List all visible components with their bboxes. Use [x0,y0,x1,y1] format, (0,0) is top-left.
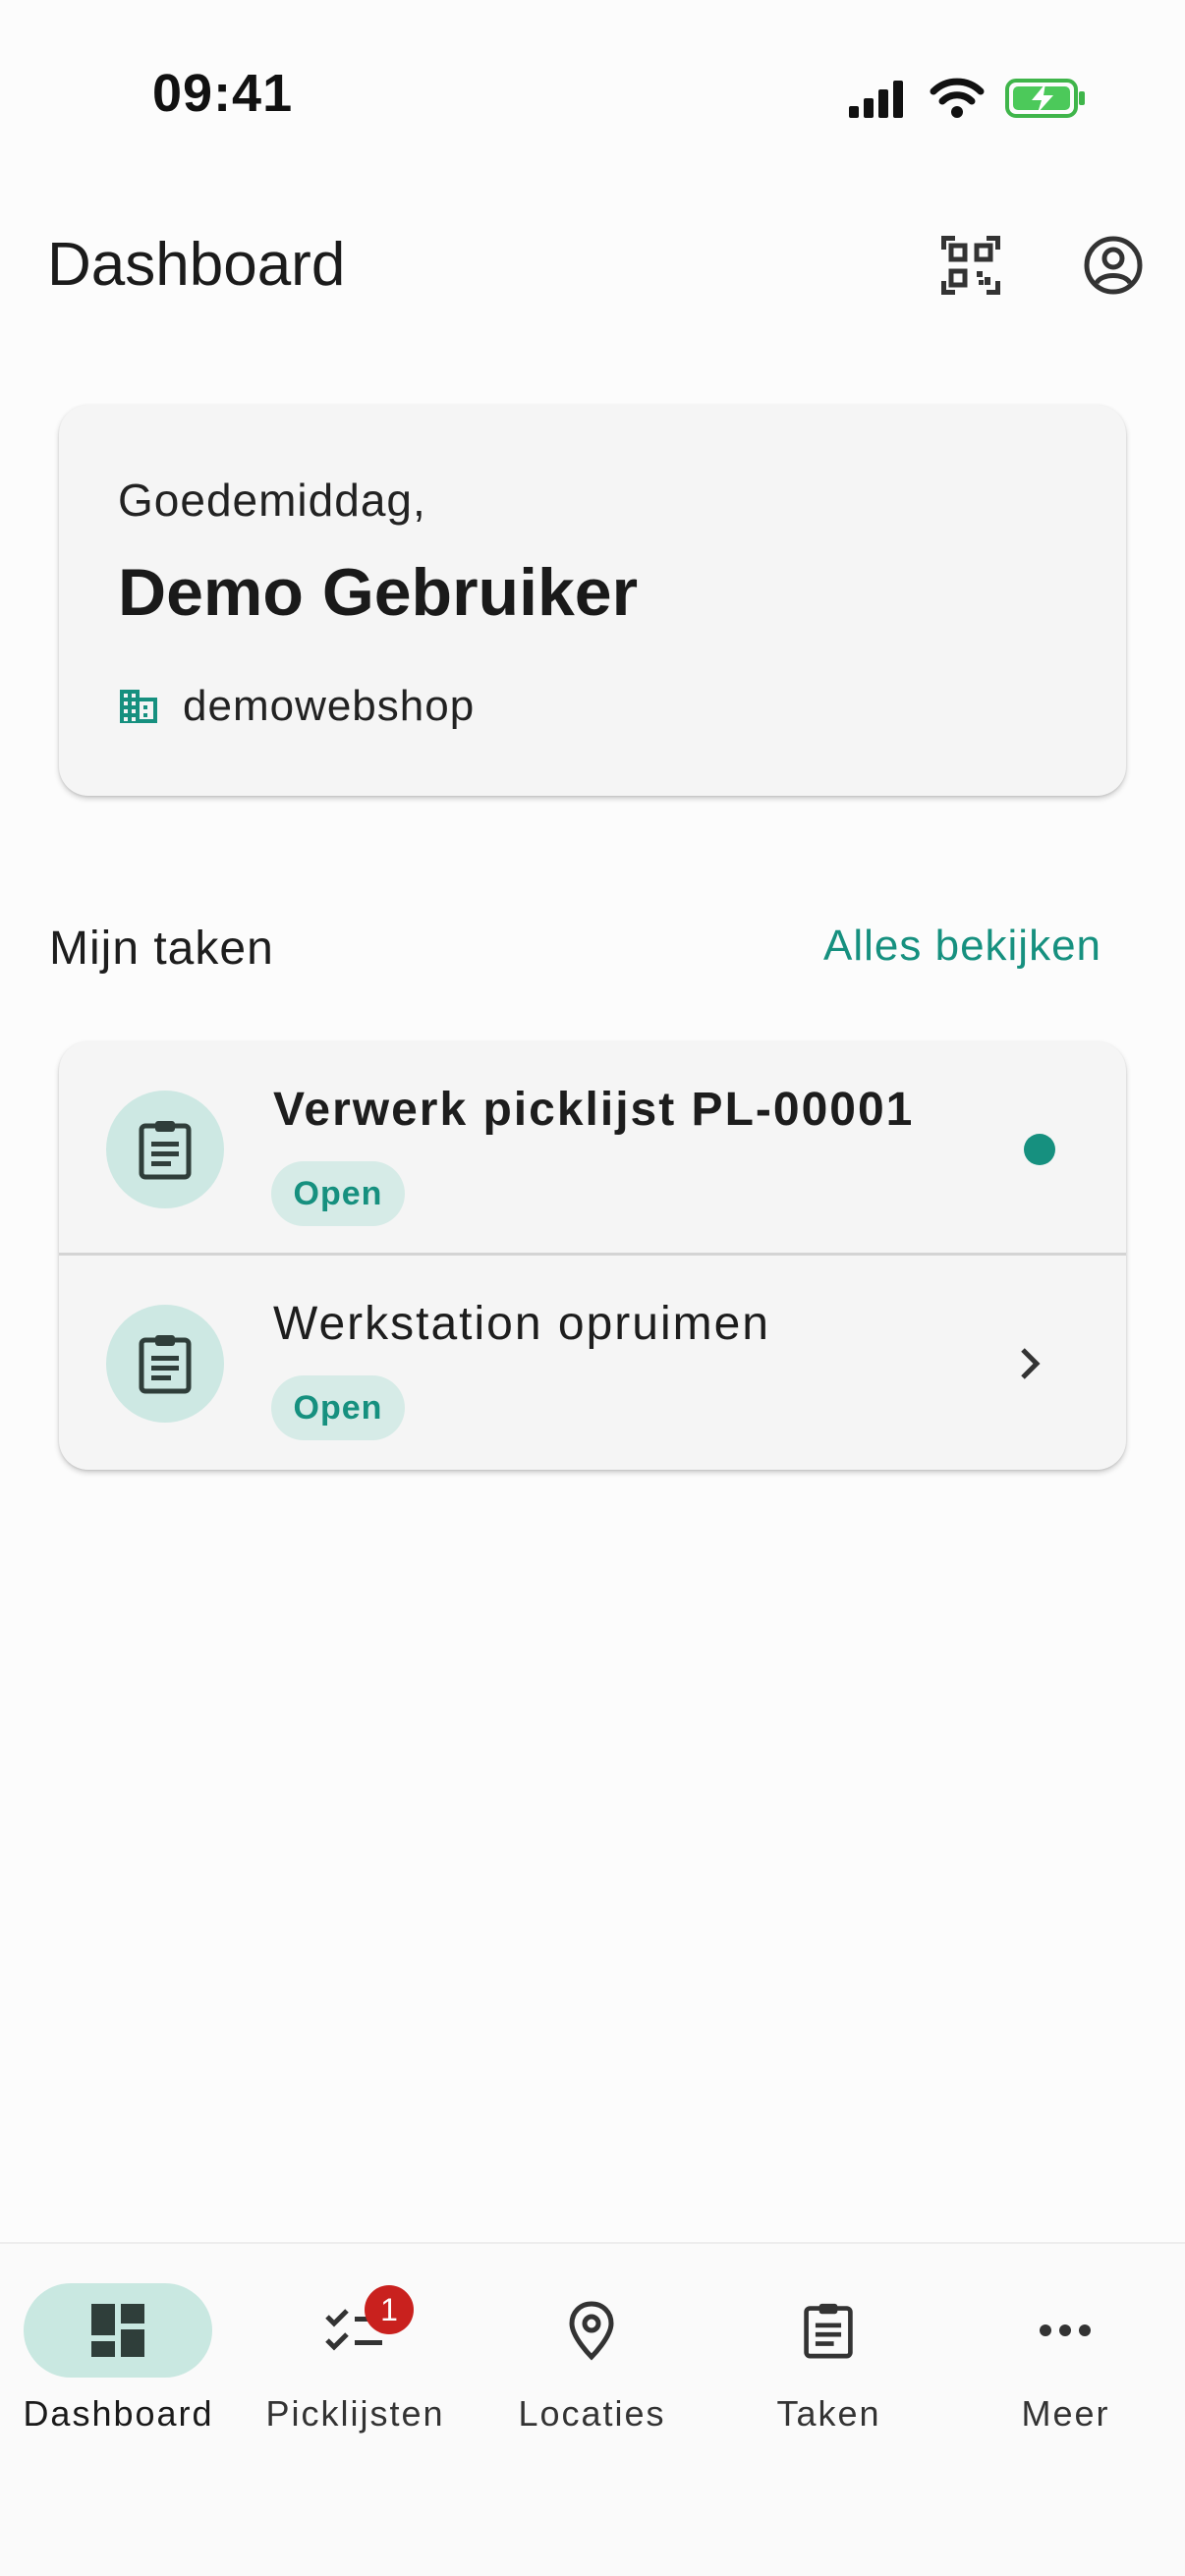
view-all-tasks-link[interactable]: Alles bekijken [823,922,1101,971]
nav-icon-container [734,2283,923,2378]
task-icon-container [106,1091,224,1208]
qr-code-scanner-icon [941,236,1000,295]
unread-indicator-dot [1024,1134,1055,1165]
cellular-signal-icon [849,81,903,118]
task-item[interactable]: Verwerk picklijst PL-00001 Open [59,1041,1126,1256]
dashboard-icon [91,2304,144,2357]
tasks-list: Verwerk picklijst PL-00001 Open Werkstat… [59,1041,1126,1470]
nav-icon-container [497,2283,686,2378]
clipboard-icon [139,1121,192,1180]
chevron-right-icon [1000,1334,1059,1393]
nav-item-meer[interactable]: Meer [947,2283,1184,2460]
nav-label: Taken [776,2393,881,2434]
app-screen: 09:41 Dashboard Goedemiddag, Demo Gebrui… [0,0,1185,2576]
nav-icon-container [971,2283,1159,2378]
app-header: Dashboard [0,216,1185,314]
nav-item-locaties[interactable]: Locaties [474,2283,710,2460]
task-status-chip: Open [271,1375,405,1440]
user-name: Demo Gebruiker [118,555,639,630]
nav-label: Dashboard [23,2393,214,2434]
clipboard-icon [139,1335,192,1394]
status-icons [847,73,1087,124]
nav-label: Locaties [518,2393,666,2434]
nav-item-dashboard[interactable]: Dashboard [0,2283,237,2460]
nav-item-taken[interactable]: Taken [710,2283,947,2460]
wifi-icon [930,78,985,118]
notification-badge: 1 [365,2285,414,2334]
nav-icon-container [260,2283,449,2378]
task-item[interactable]: Werkstation opruimen Open [59,1256,1126,1470]
company-row: demowebshop [118,682,475,731]
tasks-section-title: Mijn taken [49,923,274,975]
task-title: Verwerk picklijst PL-00001 [273,1084,915,1136]
status-bar: 09:41 [0,0,1185,187]
account-button[interactable] [1074,226,1153,305]
nav-label: Meer [1021,2393,1110,2434]
bottom-navigation: Dashboard 1 Picklijsten Locaties Taken M… [0,2242,1185,2576]
building-icon [120,690,157,723]
clipboard-icon [804,2303,853,2359]
location-pin-icon [569,2301,614,2361]
page-title: Dashboard [47,231,346,299]
nav-active-indicator [24,2283,212,2378]
more-horizontal-icon [1040,2324,1091,2336]
status-time: 09:41 [152,64,294,123]
task-title: Werkstation opruimen [273,1298,770,1350]
battery-charging-icon [1005,79,1085,118]
task-icon-container [106,1305,224,1423]
nav-item-picklijsten[interactable]: 1 Picklijsten [237,2283,474,2460]
greeting-card: Goedemiddag, Demo Gebruiker demowebshop [59,405,1126,796]
task-status-chip: Open [271,1161,405,1226]
qr-scan-button[interactable] [931,226,1010,305]
greeting-salutation: Goedemiddag, [118,475,426,526]
nav-label: Picklijsten [265,2393,445,2434]
company-name: demowebshop [183,682,476,730]
account-circle-icon [1084,236,1143,295]
